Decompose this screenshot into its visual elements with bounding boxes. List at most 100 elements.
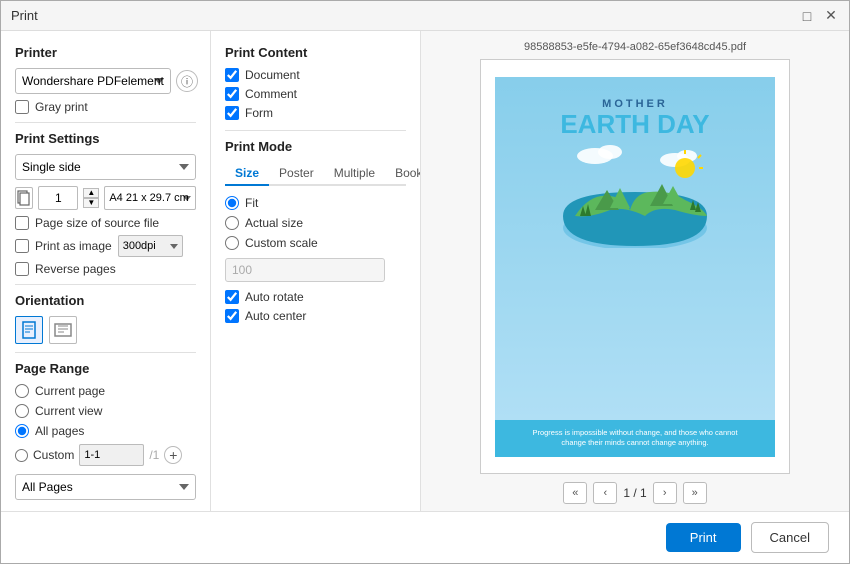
divider-1 [15, 122, 196, 123]
print-as-image-checkbox[interactable] [15, 239, 29, 253]
divider-3 [15, 352, 196, 353]
print-dialog: Print □ ✕ Printer Wondershare PDFelement… [0, 0, 850, 564]
custom-scale-label: Custom scale [245, 236, 318, 250]
preview-inner: MOTHER EARTH DAY [495, 77, 775, 457]
right-panel: 98588853-e5fe-4794-a082-65ef3648cd45.pdf… [421, 31, 849, 511]
print-settings-title: Print Settings [15, 131, 196, 146]
radio-all-pages: All pages [15, 424, 196, 438]
radio-current-view-input[interactable] [15, 404, 29, 418]
comment-label: Comment [245, 87, 297, 101]
gray-print-checkbox[interactable] [15, 100, 29, 114]
copies-input[interactable] [38, 186, 78, 210]
actual-size-label: Actual size [245, 216, 303, 230]
dpi-select[interactable]: 300dpi 150dpi 600dpi [118, 235, 183, 257]
page-size-source-checkbox[interactable] [15, 216, 29, 230]
minimize-button[interactable]: □ [799, 8, 815, 24]
print-content-section: Document Comment Form [225, 68, 406, 120]
tab-multiple[interactable]: Multiple [324, 162, 385, 186]
add-page-button[interactable]: + [164, 446, 182, 464]
page-range-title: Page Range [15, 361, 196, 376]
landscape-button[interactable] [49, 316, 77, 344]
preview-filename: 98588853-e5fe-4794-a082-65ef3648cd45.pdf [524, 41, 746, 53]
cancel-button[interactable]: Cancel [751, 522, 829, 553]
orientation-title: Orientation [15, 293, 196, 308]
duplex-select[interactable]: Single side Both sides (Flip on long edg… [15, 154, 196, 180]
page-icon [15, 187, 33, 209]
printer-row: Wondershare PDFelement ⓘ [15, 68, 196, 94]
printer-section-title: Printer [15, 45, 196, 60]
gray-print-label: Gray print [35, 100, 88, 114]
nav-page-info: 1 / 1 [623, 486, 646, 500]
radio-current-page-input[interactable] [15, 384, 29, 398]
comment-row: Comment [225, 87, 406, 101]
title-bar-controls: □ ✕ [799, 8, 839, 24]
copies-row: ▲ ▼ A4 21 x 29.7 cm Letter A3 [15, 186, 196, 210]
poster-preview: MOTHER EARTH DAY [495, 77, 775, 457]
reverse-pages-row: Reverse pages [15, 262, 196, 276]
current-view-label: Current view [35, 404, 102, 418]
paper-size-select[interactable]: A4 21 x 29.7 cm Letter A3 [104, 186, 196, 210]
divider-4 [225, 130, 406, 131]
auto-center-row: Auto center [225, 309, 406, 323]
orientation-row [15, 316, 196, 344]
page-size-source-label: Page size of source file [35, 216, 159, 230]
document-label: Document [245, 68, 300, 82]
nav-prev-button[interactable]: ‹ [593, 482, 617, 504]
subset-select[interactable]: All Pages Odd Pages Even Pages [15, 474, 196, 500]
reverse-pages-label: Reverse pages [35, 262, 116, 276]
form-label: Form [245, 106, 273, 120]
printer-info-button[interactable]: ⓘ [176, 70, 198, 92]
auto-rotate-row: Auto rotate [225, 290, 406, 304]
poster-bottom: Progress is impossible without change, a… [495, 420, 775, 457]
preview-nav: « ‹ 1 / 1 › » [563, 482, 706, 504]
auto-center-checkbox[interactable] [225, 309, 239, 323]
print-as-image-row: Print as image 300dpi 150dpi 600dpi [15, 235, 196, 257]
poster-mother-text: MOTHER [602, 95, 668, 110]
title-bar: Print □ ✕ [1, 1, 849, 31]
portrait-button[interactable] [15, 316, 43, 344]
radio-all-pages-input[interactable] [15, 424, 29, 438]
poster-quote: Progress is impossible without change, a… [505, 428, 765, 449]
close-button[interactable]: ✕ [823, 8, 839, 24]
print-button[interactable]: Print [666, 523, 741, 552]
globe-svg [555, 138, 715, 248]
size-options-group: Fit Actual size Custom scale [225, 196, 406, 250]
page-total-label: /1 [149, 448, 159, 462]
tab-poster[interactable]: Poster [269, 162, 324, 186]
auto-center-label: Auto center [245, 309, 306, 323]
document-row: Document [225, 68, 406, 82]
form-checkbox[interactable] [225, 106, 239, 120]
copies-up-button[interactable]: ▲ [83, 188, 99, 198]
print-content-title: Print Content [225, 45, 406, 60]
custom-range-input[interactable] [79, 444, 144, 466]
radio-custom-scale: Custom scale [225, 236, 406, 250]
window-body: Printer Wondershare PDFelement ⓘ Gray pr… [1, 31, 849, 511]
scale-input-row [225, 258, 406, 282]
radio-fit-input[interactable] [225, 196, 239, 210]
comment-checkbox[interactable] [225, 87, 239, 101]
printer-select[interactable]: Wondershare PDFelement [15, 68, 171, 94]
print-as-image-label: Print as image [35, 239, 112, 253]
poster-top: MOTHER EARTH DAY [495, 77, 775, 420]
tab-size[interactable]: Size [225, 162, 269, 186]
copies-down-button[interactable]: ▼ [83, 198, 99, 208]
auto-rotate-checkbox[interactable] [225, 290, 239, 304]
radio-current-view: Current view [15, 404, 196, 418]
nav-last-button[interactable]: » [683, 482, 707, 504]
nav-next-button[interactable]: › [653, 482, 677, 504]
document-checkbox[interactable] [225, 68, 239, 82]
radio-custom-input[interactable] [15, 449, 28, 462]
radio-actual-size-input[interactable] [225, 216, 239, 230]
tab-booklet[interactable]: Booklet [385, 162, 421, 186]
reverse-pages-checkbox[interactable] [15, 262, 29, 276]
page-size-source-row: Page size of source file [15, 216, 196, 230]
print-mode-title: Print Mode [225, 139, 406, 154]
radio-actual-size: Actual size [225, 216, 406, 230]
poster-earth-day-text: EARTH DAY [560, 110, 709, 139]
bottom-bar: Print Cancel [1, 511, 849, 563]
radio-fit: Fit [225, 196, 406, 210]
nav-first-button[interactable]: « [563, 482, 587, 504]
radio-custom-scale-input[interactable] [225, 236, 239, 250]
middle-panel: Print Content Document Comment Form Prin… [211, 31, 421, 511]
scale-input[interactable] [225, 258, 385, 282]
